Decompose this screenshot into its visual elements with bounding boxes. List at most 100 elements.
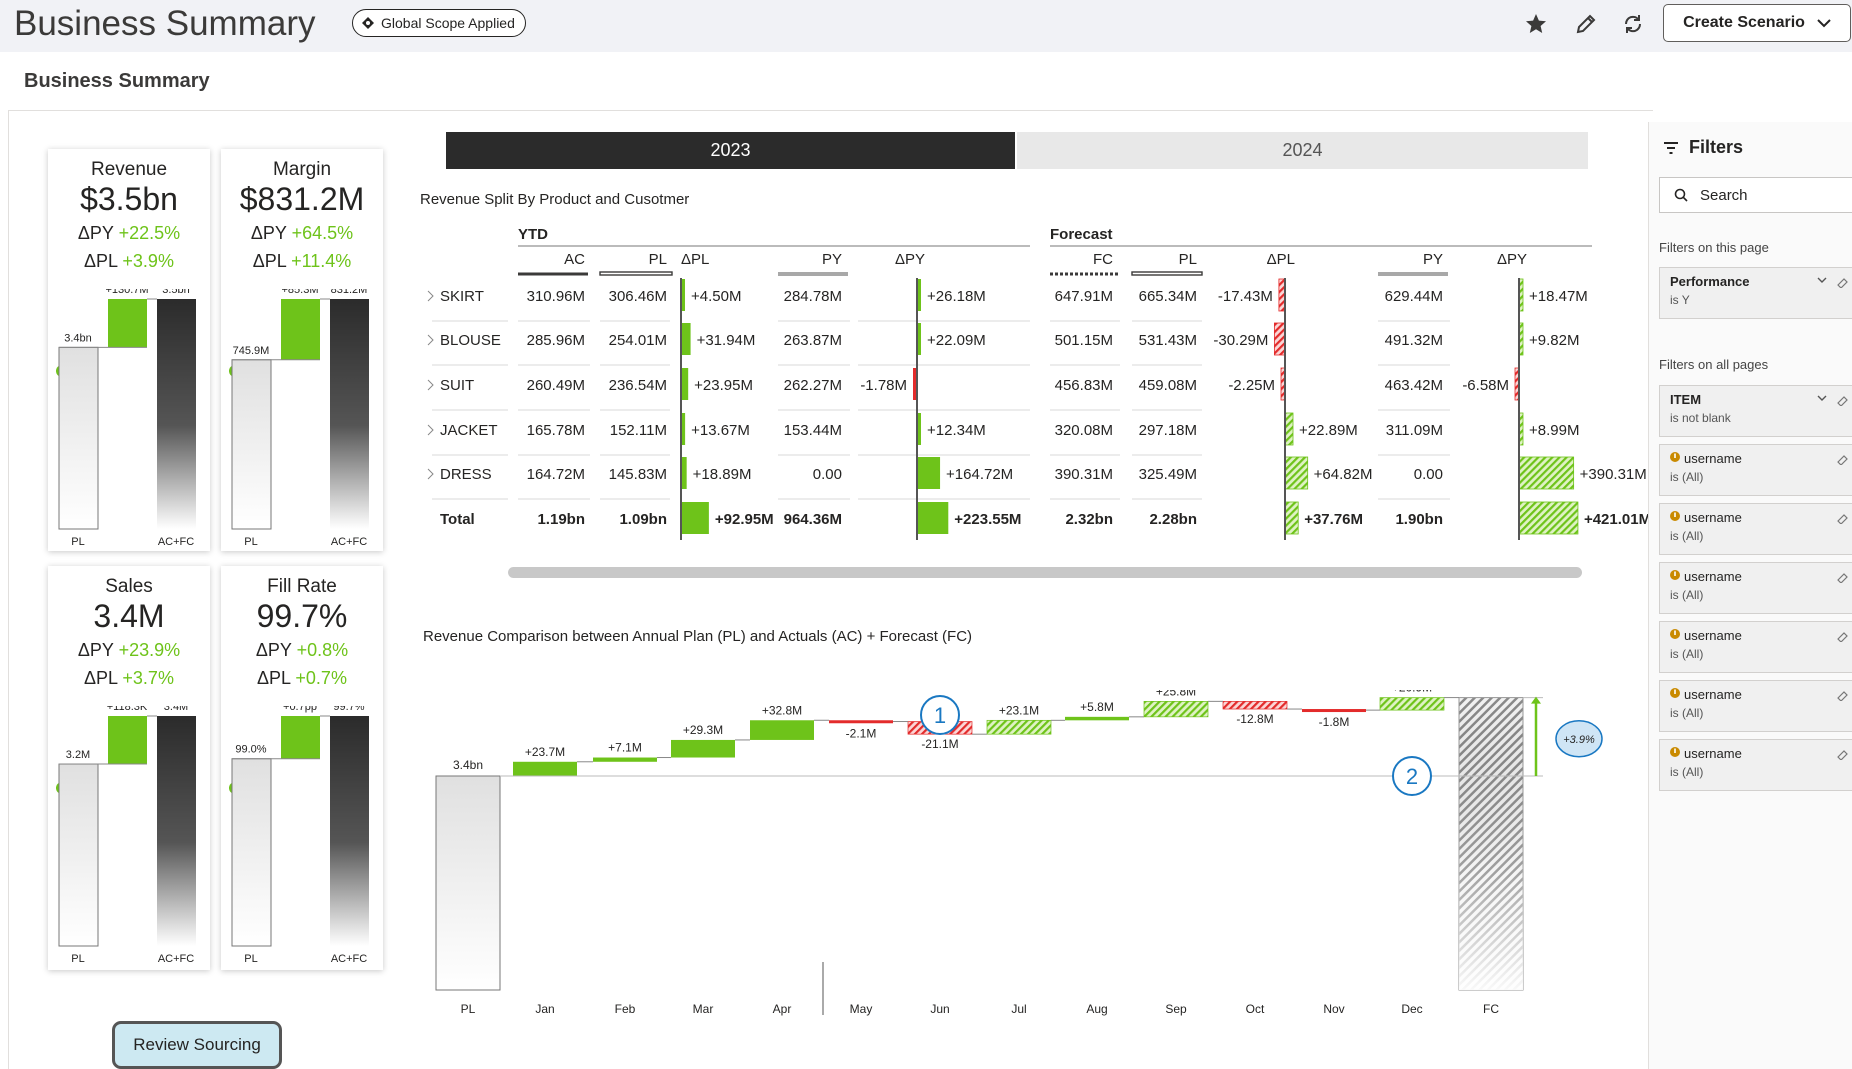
waterfall-value-label: +7.1M — [608, 741, 642, 755]
kpi-card-fill-rate: Fill Rate 99.7% ΔPY +0.8% ΔPL +0.7% 99.0% +0.… — [221, 566, 383, 970]
eraser-icon[interactable] — [1816, 451, 1852, 465]
eraser-icon[interactable] — [1816, 687, 1852, 701]
waterfall-start-label: 3.4bn — [453, 758, 483, 772]
filter-card[interactable]: username is (All) — [1659, 444, 1852, 496]
kpi-axis-label: AC+FC — [158, 953, 194, 965]
waterfall-bar — [513, 761, 577, 776]
matrix-row-label: Total — [440, 511, 475, 528]
warning-icon — [1670, 452, 1680, 462]
matrix-column-header: ΔPL — [681, 251, 709, 268]
kpi-value: 99.7% — [256, 598, 348, 634]
chevron-down-icon[interactable] — [1816, 274, 1852, 288]
horizontal-scrollbar[interactable] — [508, 567, 1582, 578]
waterfall-value-label: +20.9M — [1392, 690, 1432, 695]
kpi-dpl-row: ΔPL +3.7% — [48, 668, 210, 819]
revenue-split-matrix: YTD Forecast AC PL ΔPL PY ΔPY FC PL ΔPL PY ΔPY SKIRT… — [427, 226, 1648, 540]
filters-search-input[interactable]: Search — [1659, 177, 1852, 213]
matrix-cell: 463.42M — [1385, 377, 1443, 394]
matrix-cell: 1.19bn — [537, 511, 585, 528]
variance-label: +390.31M — [1580, 466, 1647, 483]
waterfall-bar — [1143, 701, 1209, 718]
waterfall-value-label: +32.8M — [762, 703, 802, 717]
waterfall-axis-label: Sep — [1165, 1002, 1187, 1016]
matrix-cell: 263.87M — [784, 332, 842, 349]
waterfall-value-label: +29.3M — [683, 723, 723, 737]
matrix-cell: 2.28bn — [1149, 511, 1197, 528]
filter-state: is (All) — [1670, 647, 1704, 661]
matrix-cell: 665.34M — [1139, 288, 1197, 305]
matrix-group-forecast: Forecast — [1050, 226, 1113, 243]
filter-name-label: ITEM — [1670, 392, 1702, 407]
variance-label: +31.94M — [697, 332, 756, 349]
review-sourcing-button[interactable]: Review Sourcing — [112, 1021, 282, 1069]
expand-chevron-icon[interactable] — [427, 424, 434, 436]
kpi-axis-label: AC+FC — [331, 953, 367, 965]
variance-label: +8.99M — [1529, 422, 1579, 439]
waterfall-value-label: +5.8M — [1080, 700, 1114, 714]
callout-number: 1 — [934, 703, 946, 728]
variance-label: +223.55M — [954, 511, 1021, 528]
waterfall-title: Revenue Comparison between Annual Plan (… — [423, 628, 973, 645]
warning-icon — [1670, 629, 1680, 639]
expand-chevron-icon[interactable] — [427, 290, 434, 302]
variance-bar — [1518, 501, 1579, 535]
filter-card[interactable]: Performance is Y — [1659, 267, 1852, 319]
filters-pane: Filters Search Filters on this page Perfo… — [1648, 122, 1852, 1069]
variance-label: +23.95M — [694, 377, 753, 394]
matrix-group-ytd: YTD — [518, 226, 548, 243]
matrix-column-header: PY — [822, 251, 842, 268]
eraser-icon[interactable] — [1816, 569, 1852, 583]
expand-chevron-icon[interactable] — [427, 334, 434, 346]
kpi-base-label: 99.0% — [235, 744, 266, 756]
matrix-column-header: ΔPL — [1267, 251, 1295, 268]
filter-name-label: username — [1684, 746, 1742, 761]
waterfall-axis-label: Nov — [1323, 1002, 1344, 1016]
variance-bar — [681, 323, 691, 355]
kpi-bar-chart: 99.0% +0.7pp 99.7% PL AC+FC — [231, 706, 369, 965]
waterfall-axis-label: Feb — [615, 1002, 636, 1016]
kpi-dpy-value: +23.9% — [118, 640, 181, 660]
matrix-cell: 320.08M — [1055, 422, 1113, 439]
variance-label: +13.67M — [691, 422, 750, 439]
eraser-icon[interactable] — [1816, 510, 1852, 524]
matrix-cell: 0.00 — [1414, 466, 1443, 483]
filter-card[interactable]: username is (All) — [1659, 739, 1852, 791]
chevron-down-icon[interactable] — [1816, 392, 1852, 406]
filter-icon — [1664, 141, 1678, 154]
matrix-cell: 165.78M — [527, 422, 585, 439]
matrix-row-label: SKIRT — [440, 288, 484, 305]
kpi-dpy-row: ΔPY +23.9% — [48, 640, 210, 794]
kpi-actual-bar — [330, 716, 369, 946]
variance-label: +4.50M — [691, 288, 741, 305]
filter-card[interactable]: username is (All) — [1659, 562, 1852, 614]
matrix-cell: 297.18M — [1139, 422, 1197, 439]
variance-bar — [1273, 322, 1286, 356]
filter-name-label: username — [1684, 451, 1742, 466]
matrix-cell: 164.72M — [527, 466, 585, 483]
create-scenario-button[interactable]: Create Scenario — [1663, 4, 1851, 42]
filter-card[interactable]: username is (All) — [1659, 621, 1852, 673]
matrix-row-label: DRESS — [440, 466, 492, 483]
matrix-cell: 310.96M — [527, 288, 585, 305]
waterfall-axis-label: Jul — [1011, 1002, 1026, 1016]
waterfall-bar-fc-fade — [1459, 697, 1523, 990]
column-marker — [599, 271, 673, 276]
waterfall-axis-label: Aug — [1086, 1002, 1107, 1016]
expand-chevron-icon[interactable] — [427, 379, 434, 391]
waterfall-axis-label: May — [850, 1002, 873, 1016]
variance-label: +9.82M — [1529, 332, 1579, 349]
filters-search-placeholder: Search — [1700, 186, 1748, 204]
variance-bar — [681, 368, 689, 400]
filter-card[interactable]: username is (All) — [1659, 503, 1852, 555]
filter-card[interactable]: username is (All) — [1659, 680, 1852, 732]
filter-card[interactable]: ITEM is not blank — [1659, 385, 1852, 437]
eraser-icon[interactable] — [1816, 746, 1852, 760]
eraser-icon[interactable] — [1816, 628, 1852, 642]
kpi-value: 3.4M — [93, 598, 165, 634]
waterfall-value-label: +23.7M — [525, 745, 565, 759]
variance-bar — [1284, 456, 1309, 490]
expand-chevron-icon[interactable] — [427, 468, 434, 480]
kpi-dpl-row: ΔPL +0.7% — [221, 668, 383, 819]
kpi-card-sales: Sales 3.4M ΔPY +23.9% ΔPL +3.7% 3.2M +118.3K 3… — [48, 566, 210, 970]
kpi-axis-label: PL — [244, 953, 257, 965]
